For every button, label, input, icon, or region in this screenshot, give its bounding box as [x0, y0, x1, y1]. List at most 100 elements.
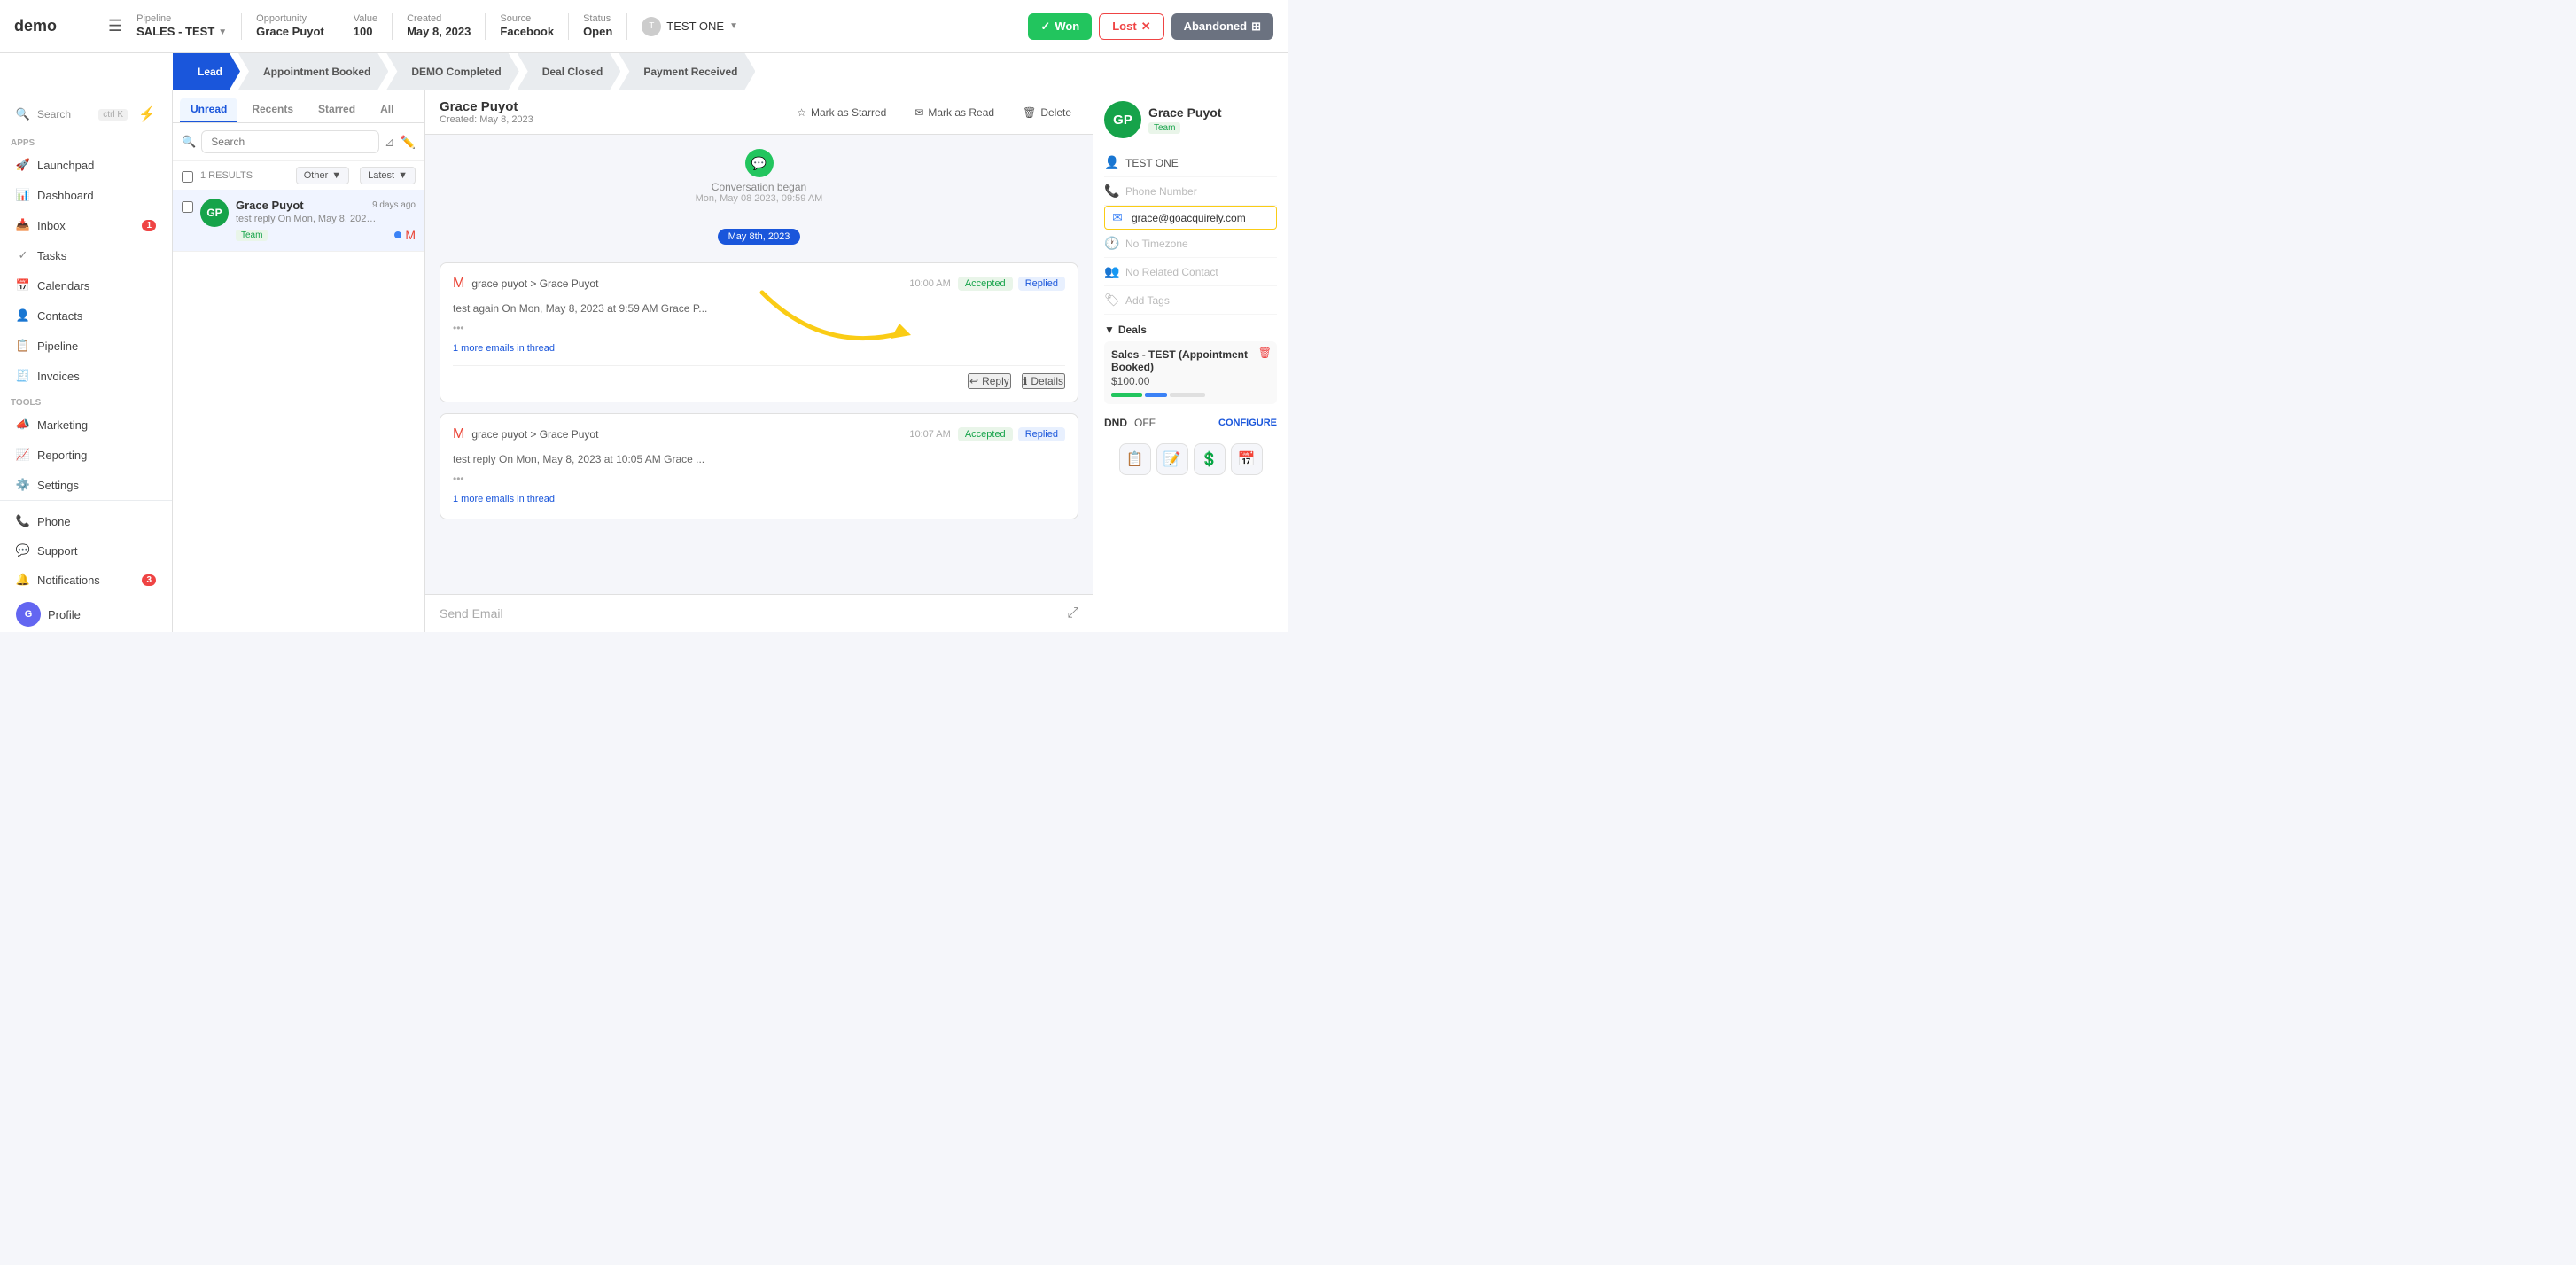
right-email-field[interactable]: ✉ grace@goacquirely.com [1104, 206, 1277, 230]
status-field: Status Open [583, 12, 612, 40]
right-timezone-value[interactable]: No Timezone [1125, 238, 1277, 250]
send-email-placeholder[interactable]: Send Email [440, 606, 1060, 621]
sidebar-item-contacts[interactable]: 👤 Contacts [5, 301, 167, 330]
expand-icon[interactable]: ⤢ [1067, 605, 1078, 621]
bar-seg-blue [1145, 393, 1167, 397]
deal-delete-icon[interactable]: 🗑 [1258, 347, 1272, 359]
pipeline-stages: Lead Appointment Booked DEMO Completed D… [0, 53, 1288, 90]
phone-label: Phone [37, 515, 71, 528]
stage-deal[interactable]: Deal Closed [518, 53, 621, 90]
stage-payment[interactable]: Payment Received [619, 53, 755, 90]
opportunity-value: Grace Puyot [256, 25, 324, 40]
sidebar-item-dashboard[interactable]: 📊 Dashboard [5, 181, 167, 209]
invoices-label: Invoices [37, 370, 80, 383]
search-label: Search [37, 108, 71, 121]
sidebar-item-launchpad[interactable]: 🚀 Launchpad [5, 151, 167, 179]
source-label: Source [500, 12, 554, 25]
reply-button[interactable]: ↩ Reply [968, 373, 1011, 389]
bolt-icon[interactable]: ⚡ [138, 105, 156, 123]
date-badge: May 8th, 2023 [718, 229, 801, 245]
hamburger-icon[interactable]: ☰ [108, 17, 122, 35]
mark-read-button[interactable]: ✉ Mark as Read [907, 103, 1001, 122]
sort-btn[interactable]: Latest ▼ [360, 167, 416, 184]
marketing-label: Marketing [37, 418, 88, 432]
deals-section-title: ▼ Deals [1104, 324, 1277, 336]
conv-main-header: Grace Puyot Created: May 8, 2023 ☆ Mark … [425, 90, 1093, 135]
tab-all[interactable]: All [370, 98, 404, 122]
tasks-icon: ✓ [16, 248, 30, 262]
reply-icon: ↩ [969, 375, 978, 387]
conv-started-sub: Mon, May 08 2023, 09:59 AM [696, 193, 823, 204]
right-assignee-value: TEST ONE [1125, 157, 1277, 169]
sidebar-item-phone[interactable]: 📞 Phone [5, 507, 167, 535]
lost-button[interactable]: Lost ✕ [1099, 13, 1163, 40]
star-icon: ☆ [797, 106, 806, 119]
email-more-2[interactable]: 1 more emails in thread [453, 492, 1065, 507]
sidebar-item-marketing[interactable]: 📣 Marketing [5, 410, 167, 439]
edit-icon[interactable]: ✏️ [401, 135, 416, 150]
sidebar-item-support[interactable]: 💬 Support [5, 536, 167, 565]
bottom-icon-3[interactable]: 💲 [1194, 443, 1226, 475]
value-value: 100 [354, 25, 377, 40]
pipeline-icon: 📋 [16, 339, 30, 353]
delete-button[interactable]: 🗑 Delete [1016, 103, 1078, 122]
trash-icon: 🗑 [1023, 106, 1036, 119]
right-phone-value[interactable]: Phone Number [1125, 185, 1277, 198]
sidebar-search[interactable]: 🔍 Search ctrl K ⚡ [5, 98, 167, 130]
badge-replied-1: Replied [1018, 277, 1065, 291]
conv-item-name: Grace Puyot [236, 199, 304, 212]
bottom-icon-1[interactable]: 📋 [1119, 443, 1151, 475]
filter-btn[interactable]: Other ▼ [296, 167, 349, 184]
top-header: demo ☰ Pipeline SALES - TEST ▼ Opportuni… [0, 0, 1288, 53]
badge-replied-2: Replied [1018, 427, 1065, 441]
abandoned-button[interactable]: Abandoned ⊞ [1171, 13, 1273, 40]
conv-search-input[interactable] [201, 130, 379, 153]
sidebar-item-inbox[interactable]: 📥 Inbox 1 [5, 211, 167, 239]
right-related-value[interactable]: No Related Contact [1125, 266, 1277, 278]
sidebar-item-tasks[interactable]: ✓ Tasks [5, 241, 167, 269]
inbox-badge: 1 [142, 220, 156, 231]
right-email-value[interactable]: grace@goacquirely.com [1132, 212, 1271, 224]
sidebar-item-profile[interactable]: G Profile [5, 595, 167, 632]
profile-avatar: G [16, 602, 41, 627]
sidebar-item-pipeline[interactable]: 📋 Pipeline [5, 332, 167, 360]
pipeline-value[interactable]: SALES - TEST ▼ [136, 25, 227, 40]
details-button[interactable]: ℹ Details [1022, 373, 1065, 389]
stage-appointment[interactable]: Appointment Booked [238, 53, 388, 90]
notifications-badge: 3 [142, 574, 156, 586]
sidebar-item-invoices[interactable]: 🧾 Invoices [5, 362, 167, 390]
mark-starred-button[interactable]: ☆ Mark as Starred [790, 103, 893, 122]
stage-lead[interactable]: Lead [173, 53, 240, 90]
search-shortcut: ctrl K [98, 109, 128, 121]
tab-starred[interactable]: Starred [307, 98, 366, 122]
bottom-icon-4[interactable]: 📅 [1231, 443, 1263, 475]
conv-item-preview: test reply On Mon, May 8, 2023 at ... [236, 214, 377, 224]
conv-item-checkbox[interactable] [182, 201, 193, 213]
conv-search-row: 🔍 ⊿ ✏️ [173, 123, 424, 161]
conversation-item[interactable]: GP Grace Puyot 9 days ago test reply On … [173, 190, 424, 252]
support-icon: 💬 [16, 543, 30, 558]
email-more-1[interactable]: 1 more emails in thread [453, 341, 1065, 356]
email-from-2: grace puyot > Grace Puyot [471, 428, 598, 441]
sidebar-item-reporting[interactable]: 📈 Reporting [5, 441, 167, 469]
tab-recents[interactable]: Recents [241, 98, 304, 122]
reporting-icon: 📈 [16, 448, 30, 462]
select-all-checkbox[interactable] [182, 171, 193, 183]
filter-icon[interactable]: ⊿ [385, 135, 395, 150]
configure-button[interactable]: CONFIGURE [1218, 418, 1277, 428]
status-label: Status [583, 12, 612, 25]
related-icon: 👥 [1104, 264, 1118, 279]
email-time-2: 10:07 AM [909, 429, 950, 440]
assignee-icon: 👤 [1104, 155, 1118, 170]
sidebar-item-settings[interactable]: ⚙️ Settings [5, 471, 167, 499]
right-tags-value[interactable]: Add Tags [1125, 294, 1277, 307]
bottom-icon-2[interactable]: 📝 [1156, 443, 1188, 475]
stage-demo[interactable]: DEMO Completed [386, 53, 518, 90]
phone-icon: 📞 [16, 514, 30, 528]
tab-unread[interactable]: Unread [180, 98, 237, 122]
sidebar-item-notifications[interactable]: 🔔 Notifications 3 [5, 566, 167, 594]
right-contact-name: Grace Puyot [1148, 105, 1221, 120]
conv-results-row: 1 RESULTS Other ▼ Latest ▼ [173, 161, 424, 190]
sidebar-item-calendars[interactable]: 📅 Calendars [5, 271, 167, 300]
won-button[interactable]: ✓ Won [1028, 13, 1092, 40]
